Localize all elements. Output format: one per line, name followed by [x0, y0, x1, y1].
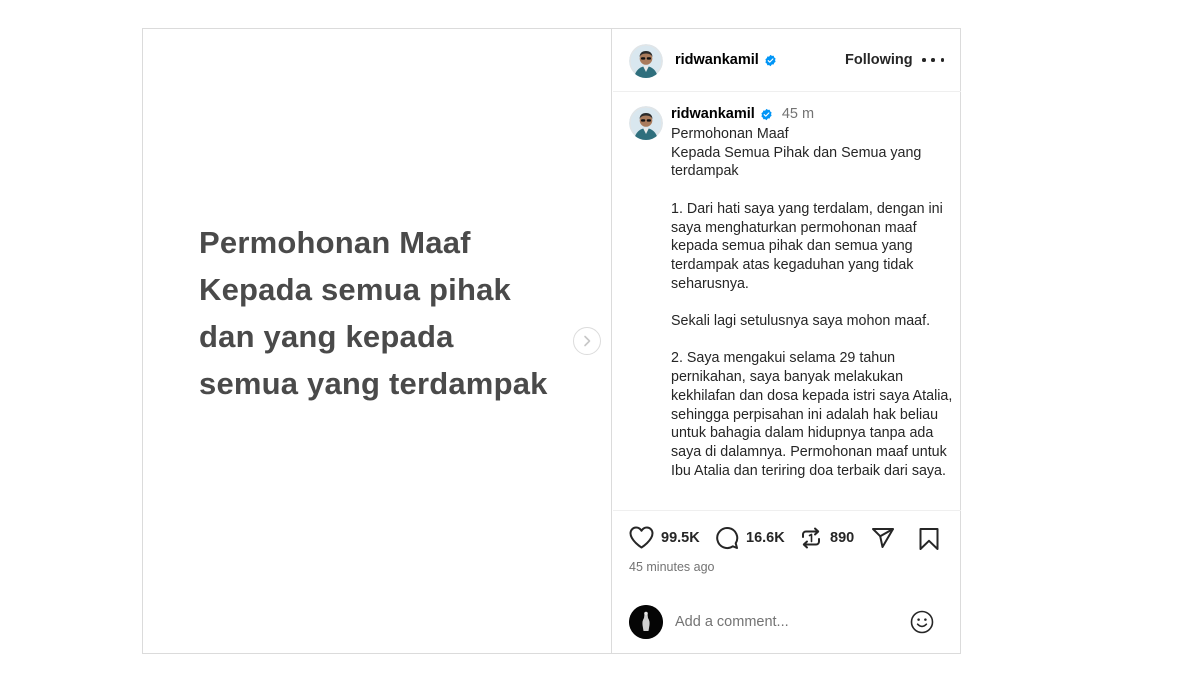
following-button[interactable]: Following — [845, 52, 913, 68]
caption-text: Permohonan Maaf Kepada Semua Pihak dan S… — [671, 126, 953, 479]
verified-badge-icon — [765, 54, 776, 66]
header-username[interactable]: ridwankamil — [675, 52, 777, 68]
emoji-button[interactable] — [910, 610, 934, 639]
post-media: Permohonan Maaf Kepada semua pihak dan y… — [143, 29, 612, 653]
post-timestamp[interactable]: 45 minutes ago — [629, 560, 714, 574]
heart-icon — [629, 526, 654, 549]
likes-count[interactable]: 99.5K — [661, 530, 700, 546]
media-line: Permohonan Maaf — [199, 225, 471, 260]
post-sidebar: ridwankamil Following ridwankamil 45 m P… — [613, 29, 961, 653]
save-button[interactable] — [918, 527, 940, 556]
comments-count[interactable]: 16.6K — [746, 530, 785, 546]
media-line: Kepada semua pihak — [199, 272, 511, 307]
share-icon — [872, 528, 894, 548]
chevron-right-icon — [584, 335, 591, 347]
avatar — [629, 605, 663, 639]
bookmark-icon — [919, 528, 939, 550]
comment-icon — [716, 527, 739, 549]
post-dialog: Permohonan Maaf Kepada semua pihak dan y… — [142, 28, 961, 654]
username[interactable]: ridwankamil — [675, 52, 759, 68]
caption-username[interactable]: ridwankamil — [671, 106, 755, 122]
avatar[interactable] — [629, 44, 663, 78]
next-slide-button[interactable] — [573, 327, 601, 355]
emoji-icon — [910, 610, 934, 634]
caption-header: ridwankamil 45 m — [671, 106, 814, 122]
verified-badge-icon — [761, 108, 772, 120]
repost-button[interactable]: 890 — [799, 526, 854, 550]
comment-bar — [613, 599, 961, 653]
comment-input[interactable] — [675, 609, 895, 635]
media-line: semua yang terdampak — [199, 366, 548, 401]
repost-icon — [802, 527, 820, 549]
share-button[interactable] — [871, 526, 895, 550]
like-button[interactable]: 99.5K — [629, 526, 700, 549]
post-header: ridwankamil Following — [613, 29, 961, 92]
media-line: dan yang kepada — [199, 319, 454, 354]
comment-button[interactable]: 16.6K — [715, 526, 785, 550]
media-text: Permohonan Maaf Kepada semua pihak dan y… — [199, 219, 548, 407]
caption-area: ridwankamil 45 m Permohonan Maaf Kepada … — [613, 93, 961, 511]
reposts-count[interactable]: 890 — [830, 530, 854, 546]
more-icon[interactable] — [922, 51, 944, 69]
action-bar: 99.5K 16.6K 890 — [613, 512, 961, 560]
avatar[interactable] — [629, 106, 663, 140]
caption-time[interactable]: 45 m — [782, 106, 814, 122]
